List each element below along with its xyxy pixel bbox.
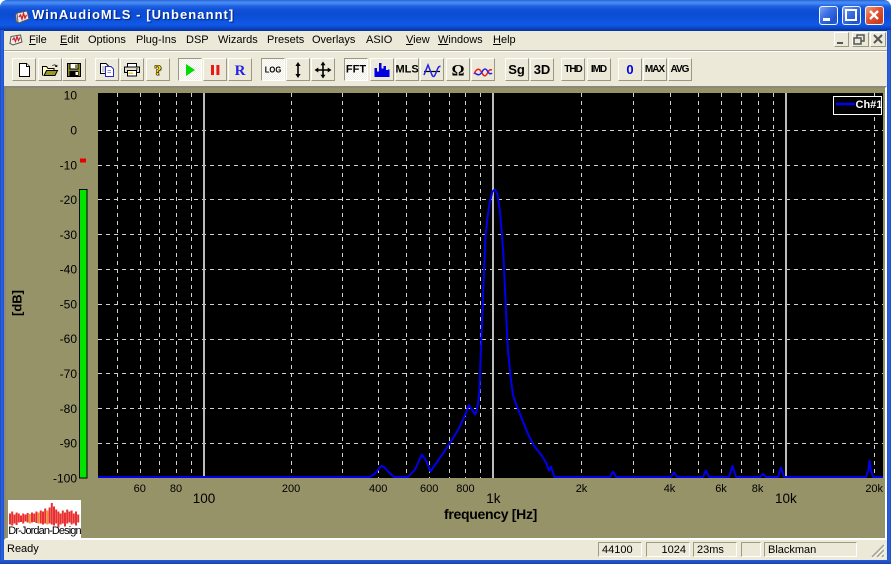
svg-text:frequency [Hz]: frequency [Hz] bbox=[444, 506, 537, 522]
svg-text:2k: 2k bbox=[576, 483, 588, 495]
svg-text:20k: 20k bbox=[865, 483, 883, 495]
svg-text:1k: 1k bbox=[486, 491, 501, 506]
svg-text:?: ? bbox=[154, 63, 162, 78]
svg-text:Ch#1: Ch#1 bbox=[856, 99, 883, 111]
svg-text:200: 200 bbox=[282, 483, 300, 495]
svg-text:600: 600 bbox=[420, 483, 438, 495]
svg-text:400: 400 bbox=[369, 483, 387, 495]
svg-text:[dB]: [dB] bbox=[10, 290, 25, 316]
svg-text:Ω: Ω bbox=[451, 62, 464, 78]
svg-text:8k: 8k bbox=[752, 483, 764, 495]
svg-text:-100: -100 bbox=[53, 471, 77, 485]
svg-text:0: 0 bbox=[70, 124, 77, 138]
svg-text:100: 100 bbox=[193, 491, 216, 506]
svg-text:10: 10 bbox=[64, 89, 78, 103]
svg-text:-90: -90 bbox=[60, 437, 78, 451]
svg-text:-80: -80 bbox=[60, 402, 78, 416]
svg-text:-40: -40 bbox=[60, 263, 78, 277]
svg-text:-50: -50 bbox=[60, 297, 78, 311]
svg-text:4k: 4k bbox=[664, 483, 676, 495]
svg-text:-30: -30 bbox=[60, 228, 78, 242]
svg-text:-60: -60 bbox=[60, 332, 78, 346]
svg-text:10k: 10k bbox=[775, 491, 797, 506]
svg-text:-10: -10 bbox=[60, 158, 78, 172]
svg-text:-70: -70 bbox=[60, 367, 78, 381]
svg-text:R: R bbox=[235, 63, 246, 78]
svg-text:800: 800 bbox=[456, 483, 474, 495]
svg-text:80: 80 bbox=[170, 483, 182, 495]
svg-text:60: 60 bbox=[134, 483, 146, 495]
svg-text:-20: -20 bbox=[60, 193, 78, 207]
svg-text:6k: 6k bbox=[715, 483, 727, 495]
